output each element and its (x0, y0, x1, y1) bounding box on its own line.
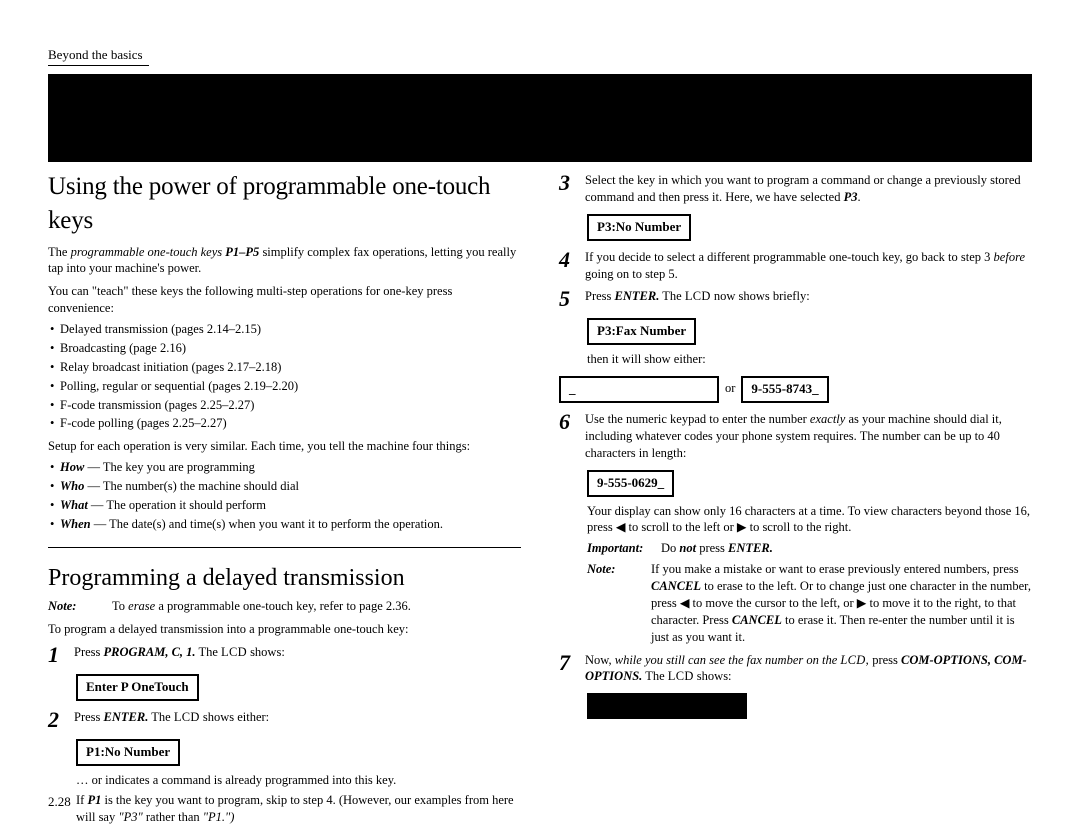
step-3: 3 Select the key in which you want to pr… (559, 172, 1032, 206)
step-number: 7 (559, 652, 575, 674)
two-column-layout: Using the power of programmable one-touc… (48, 170, 1032, 826)
step-number: 2 (48, 709, 64, 731)
running-header: Beyond the basics (48, 47, 149, 66)
step-2: 2 Press ENTER. The LCD shows either: (48, 709, 521, 731)
step-6: 6 Use the numeric keypad to enter the nu… (559, 411, 1032, 462)
list-item: Polling, regular or sequential (pages 2.… (60, 378, 521, 395)
lcd-display: P1:No Number (76, 735, 521, 768)
step-number: 3 (559, 172, 575, 194)
lcd-display: _ (559, 376, 719, 403)
note-erase: Note: To erase a programmable one-touch … (48, 598, 521, 615)
step-number: 4 (559, 249, 575, 271)
then-text: then it will show either: (587, 351, 1032, 368)
list-item: What — The operation it should perform (60, 497, 521, 514)
step-2-if: If P1 is the key you want to program, sk… (76, 792, 521, 826)
list-item: F-code polling (pages 2.25–2.27) (60, 415, 521, 432)
note-label: Note: (587, 561, 643, 645)
black-banner (48, 74, 1032, 162)
list-item: F-code transmission (pages 2.25–2.27) (60, 397, 521, 414)
list-item: Broadcasting (page 2.16) (60, 340, 521, 357)
lcd-or-row: _ or 9-555-8743_ (559, 372, 1032, 405)
or-text: or (725, 380, 735, 397)
display-16-chars: Your display can show only 16 characters… (587, 503, 1032, 537)
lcd-display: Enter P OneTouch (76, 670, 521, 703)
step-1: 1 Press PROGRAM, C, 1. The LCD shows: (48, 644, 521, 666)
page-number: 2.28 (48, 794, 71, 810)
how-who-what-when: How — The key you are programming Who — … (48, 459, 521, 533)
important-label: Important: (587, 540, 653, 557)
list-item: How — The key you are programming (60, 459, 521, 476)
manual-page: Beyond the basics Using the power of pro… (0, 0, 1080, 834)
list-item: Who — The number(s) the machine should d… (60, 478, 521, 495)
step-number: 1 (48, 644, 64, 666)
left-column: Using the power of programmable one-touc… (48, 170, 521, 826)
note-label: Note: (48, 598, 104, 615)
intro-paragraph: The programmable one-touch keys P1–P5 si… (48, 244, 521, 278)
divider (48, 547, 521, 548)
section-heading: Using the power of programmable one-touc… (48, 170, 521, 238)
teach-paragraph: You can "teach" these keys the following… (48, 283, 521, 317)
step-number: 6 (559, 411, 575, 433)
lcd-display: P3:No Number (587, 210, 1032, 243)
right-column: 3 Select the key in which you want to pr… (559, 170, 1032, 826)
note-mistake: Note: If you make a mistake or want to e… (587, 561, 1032, 645)
step-2-or: … or indicates a command is already prog… (76, 772, 521, 789)
lcd-display-black (587, 689, 1032, 724)
step-number: 5 (559, 288, 575, 310)
operations-list: Delayed transmission (pages 2.14–2.15) B… (48, 321, 521, 432)
to-program-paragraph: To program a delayed transmission into a… (48, 621, 521, 638)
step-4: 4 If you decide to select a different pr… (559, 249, 1032, 283)
lcd-display: 9-555-0629_ (587, 466, 1032, 499)
list-item: Delayed transmission (pages 2.14–2.15) (60, 321, 521, 338)
list-item: Relay broadcast initiation (pages 2.17–2… (60, 359, 521, 376)
step-7: 7 Now, while you still can see the fax n… (559, 652, 1032, 686)
step-5: 5 Press ENTER. The LCD now shows briefly… (559, 288, 1032, 310)
subsection-heading: Programming a delayed transmission (48, 562, 521, 594)
lcd-display: P3:Fax Number (587, 314, 1032, 347)
list-item: When — The date(s) and time(s) when you … (60, 516, 521, 533)
setup-paragraph: Setup for each operation is very similar… (48, 438, 521, 455)
lcd-display: 9-555-8743_ (741, 376, 828, 403)
important-note: Important: Do not press ENTER. (587, 540, 1032, 557)
